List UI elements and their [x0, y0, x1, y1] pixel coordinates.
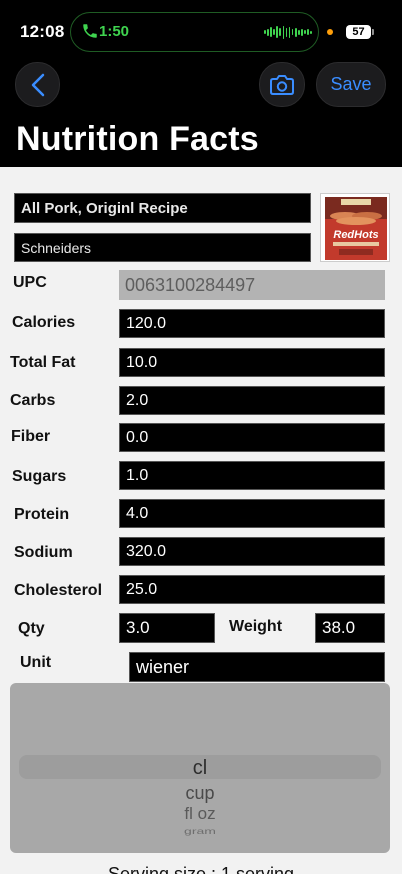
picker-option[interactable]: cup — [10, 783, 390, 804]
nutrition-form: All Pork, Originl Recipe Schneiders RedH… — [0, 167, 402, 874]
page-title: Nutrition Facts — [16, 120, 259, 158]
cholesterol-field[interactable]: 25.0 — [119, 575, 385, 604]
upc-label: UPC — [13, 274, 47, 291]
weight-field[interactable]: 38.0 — [315, 613, 385, 643]
weight-label: Weight — [229, 618, 283, 635]
total-fat-field[interactable]: 10.0 — [119, 348, 385, 377]
fiber-field[interactable]: 0.0 — [119, 423, 385, 452]
battery-icon: 57 — [346, 25, 371, 39]
product-package-image: RedHots — [325, 197, 387, 260]
picker-option[interactable]: gram — [10, 826, 390, 836]
sugars-label: Sugars — [12, 468, 67, 485]
carbs-field[interactable]: 2.0 — [119, 386, 385, 415]
picker-selected-option[interactable]: cl — [10, 757, 390, 780]
sugars-field[interactable]: 1.0 — [119, 461, 385, 490]
carbs-label: Carbs — [10, 392, 56, 409]
fiber-label: Fiber — [11, 428, 51, 445]
unit-picker-wheel[interactable]: cl cup fl oz gram — [10, 683, 390, 853]
sodium-field[interactable]: 320.0 — [119, 537, 385, 566]
product-name-field[interactable]: All Pork, Originl Recipe — [14, 193, 311, 223]
protein-label: Protein — [14, 506, 70, 523]
qty-label: Qty — [18, 620, 45, 637]
audio-waveform-icon — [264, 25, 312, 39]
total-fat-label: Total Fat — [10, 354, 76, 371]
save-button[interactable]: Save — [316, 62, 386, 107]
picker-option[interactable]: fl oz — [10, 804, 390, 824]
brand-name-field[interactable]: Schneiders — [14, 233, 311, 262]
phone-icon — [83, 24, 97, 38]
call-duration: 1:50 — [99, 23, 130, 40]
cholesterol-label: Cholesterol — [14, 582, 103, 599]
serving-size-text: Serving size : 1 serving — [107, 864, 295, 874]
camera-icon — [270, 74, 294, 95]
unit-field[interactable]: wiener — [129, 652, 385, 682]
camera-button[interactable] — [259, 62, 305, 107]
status-bar: 12:08 1:50 57 — [0, 0, 402, 64]
package-brand-text: RedHots — [333, 229, 378, 241]
protein-field[interactable]: 4.0 — [119, 499, 385, 528]
upc-field: 0063100284497 — [119, 270, 385, 300]
battery-tip — [372, 29, 374, 35]
chevron-left-icon — [31, 73, 44, 96]
calories-field[interactable]: 120.0 — [119, 309, 385, 338]
calories-label: Calories — [12, 314, 76, 331]
qty-field[interactable]: 3.0 — [119, 613, 215, 643]
privacy-indicator-dot — [327, 29, 333, 35]
unit-label: Unit — [20, 654, 52, 671]
product-image[interactable]: RedHots — [320, 193, 390, 262]
back-button[interactable] — [15, 62, 60, 107]
sodium-label: Sodium — [14, 544, 73, 561]
active-call-pill[interactable]: 1:50 — [70, 12, 319, 52]
status-time: 12:08 — [20, 22, 65, 41]
